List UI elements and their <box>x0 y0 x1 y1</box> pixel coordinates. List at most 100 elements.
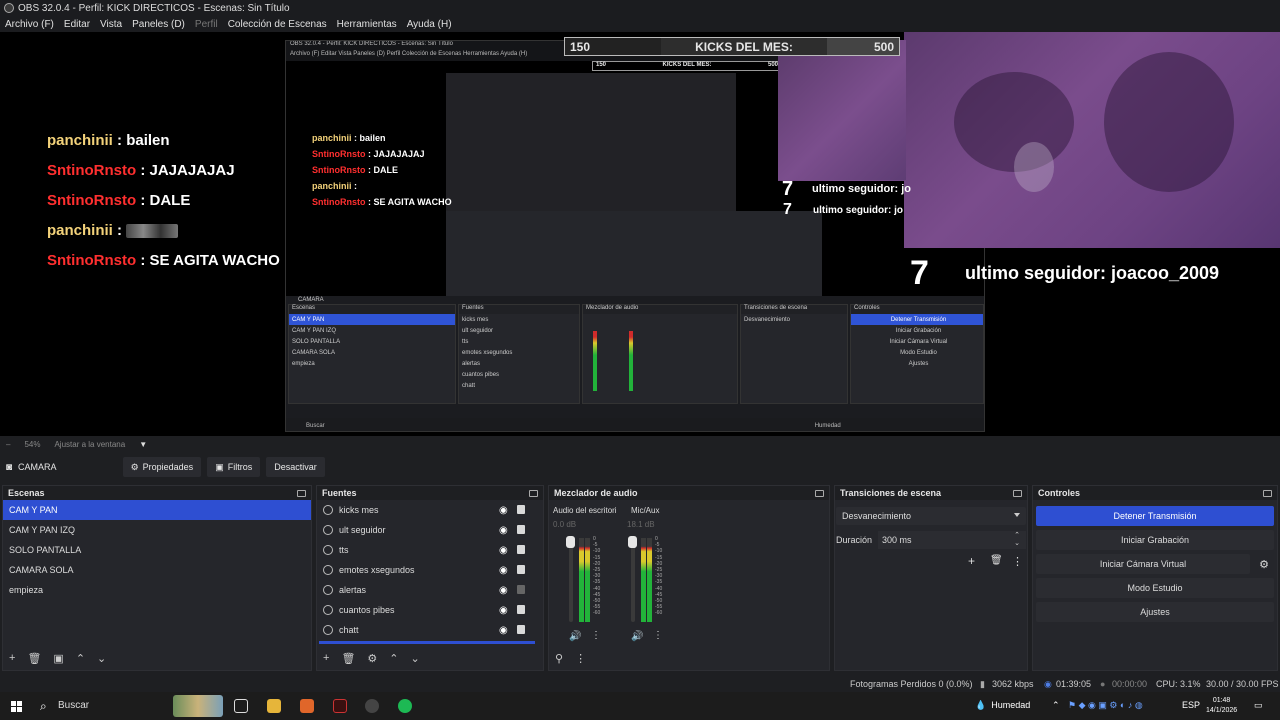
scene-item[interactable]: CAMARA SOLA <box>3 560 311 580</box>
filters-button[interactable]: ▣ Filtros <box>207 457 261 477</box>
trash-icon[interactable]: 🗑 <box>27 652 41 665</box>
volume-slider-track[interactable] <box>569 538 573 622</box>
move-up-icon[interactable]: ⌃ <box>389 652 398 665</box>
menu-coleccion[interactable]: Colección de Escenas <box>228 19 327 30</box>
scene-item[interactable]: CAM Y PAN <box>3 500 311 520</box>
menu-vista[interactable]: Vista <box>100 19 122 30</box>
eye-icon[interactable]: ◉ <box>499 625 508 636</box>
source-item[interactable]: emotes xsegundos ◉ <box>317 560 543 580</box>
eye-icon[interactable]: ◉ <box>499 565 508 576</box>
volume-slider-track[interactable] <box>631 538 635 622</box>
stream-icon: ◉ <box>1044 679 1052 689</box>
windows-start-icon[interactable] <box>11 701 22 712</box>
language-indicator[interactable]: ESP <box>1182 700 1200 710</box>
menu-editar[interactable]: Editar <box>64 19 90 30</box>
menu-ayuda[interactable]: Ayuda (H) <box>407 19 452 30</box>
gear-icon[interactable]: ⚙ <box>367 652 377 665</box>
dock-menu-icon[interactable] <box>297 489 306 497</box>
gear-icon[interactable]: ⚙ <box>1254 556 1274 572</box>
kebab-icon[interactable]: ⋮ <box>591 630 601 641</box>
add-icon[interactable]: + <box>9 652 15 664</box>
zoom-dropdown-icon[interactable]: ▼ <box>139 440 147 449</box>
preview-canvas[interactable]: OBS 32.0.4 - Perfil: KICK DIRECTICOS - E… <box>0 32 1280 436</box>
scene-item[interactable]: SOLO PANTALLA <box>3 540 311 560</box>
settings-button[interactable]: Ajustes <box>1036 602 1274 622</box>
kebab-icon[interactable]: ⋮ <box>575 652 586 665</box>
search-icon[interactable]: ⌕ <box>40 699 47 714</box>
add-icon[interactable]: + <box>323 652 329 664</box>
nested-chat-user-4: panchinii <box>312 181 352 191</box>
start-recording-button[interactable]: Iniciar Grabación <box>1036 530 1274 550</box>
trash-icon[interactable]: 🗑 <box>341 652 355 665</box>
nested-control-3: Iniciar Cámara Virtual <box>889 338 948 345</box>
move-up-icon[interactable]: ⌃ <box>76 652 85 665</box>
taskbar-search[interactable]: Buscar <box>58 700 89 711</box>
source-item[interactable]: alertas ◉ <box>317 580 543 600</box>
lock-icon[interactable] <box>517 505 525 514</box>
spotify-icon[interactable] <box>398 699 412 713</box>
trash-icon[interactable]: 🗑 <box>990 555 1003 566</box>
move-down-icon[interactable]: ⌄ <box>411 652 420 665</box>
app-icon[interactable] <box>333 699 347 713</box>
lock-icon[interactable] <box>517 605 525 614</box>
lock-icon[interactable] <box>517 545 525 554</box>
studio-mode-button[interactable]: Modo Estudio <box>1036 578 1274 598</box>
eye-icon[interactable]: ◉ <box>499 505 508 516</box>
add-icon[interactable]: + <box>968 554 975 568</box>
source-item[interactable]: cuantos pibes ◉ <box>317 600 543 620</box>
speaker-icon[interactable]: 🔊 <box>569 631 581 642</box>
eye-icon[interactable]: ◉ <box>499 525 508 536</box>
obs-taskbar-icon[interactable] <box>365 699 379 713</box>
brave-browser-icon[interactable] <box>300 699 314 713</box>
chevron-up-icon[interactable]: ⌃ <box>1052 700 1060 711</box>
eye-icon[interactable]: ◉ <box>499 605 508 616</box>
menu-herramientas[interactable]: Herramientas <box>337 19 397 30</box>
lock-icon[interactable] <box>517 625 525 634</box>
filter-icon[interactable]: ▣ <box>53 652 63 665</box>
deactivate-button[interactable]: Desactivar <box>266 457 325 477</box>
speaker-icon[interactable]: 🔊 <box>631 631 643 642</box>
lock-icon[interactable] <box>517 525 525 534</box>
scene-item[interactable]: empieza <box>3 580 311 600</box>
zoom-percent[interactable]: 54% <box>24 440 40 449</box>
link-icon[interactable]: ⚲ <box>555 652 563 665</box>
dock-menu-icon[interactable] <box>529 489 538 497</box>
dock-menu-icon[interactable] <box>815 489 824 497</box>
move-down-icon[interactable]: ⌄ <box>97 652 106 665</box>
weather-widget[interactable]: 💧 Humedad <box>975 700 1030 711</box>
record-icon: ● <box>1100 679 1106 689</box>
file-explorer-icon[interactable] <box>267 699 281 713</box>
start-virtual-camera-button[interactable]: Iniciar Cámara Virtual <box>1036 554 1250 574</box>
scene-item[interactable]: CAM Y PAN IZQ <box>3 520 311 540</box>
stop-streaming-button[interactable]: Detener Transmisión <box>1036 506 1274 526</box>
source-item[interactable]: kicks mes ◉ <box>317 500 543 520</box>
task-view-icon[interactable] <box>234 699 248 713</box>
dock-menu-icon[interactable] <box>1263 489 1272 497</box>
volume-slider-handle[interactable] <box>628 536 637 548</box>
duration-input[interactable]: 300 ms ⌃ ⌄ <box>878 531 1026 549</box>
menu-perfil[interactable]: Perfil <box>195 19 218 30</box>
volume-slider-handle[interactable] <box>566 536 575 548</box>
volume-meter <box>641 538 646 622</box>
dock-menu-icon[interactable] <box>1013 489 1022 497</box>
zoom-fit[interactable]: Ajustar a la ventana <box>54 440 125 449</box>
menu-archivo[interactable]: Archivo (F) <box>5 19 54 30</box>
lock-open-icon[interactable] <box>517 585 525 594</box>
transition-select[interactable]: Desvanecimiento <box>836 507 1026 525</box>
eye-icon[interactable]: ◉ <box>499 585 508 596</box>
source-item[interactable]: chatt ◉ <box>317 620 543 640</box>
kebab-icon[interactable]: ⋮ <box>653 630 663 641</box>
menu-paneles[interactable]: Paneles (D) <box>132 19 185 30</box>
clock[interactable]: 01:48 14/1/2026 <box>1206 696 1237 716</box>
kebab-icon[interactable]: ⋮ <box>1012 555 1023 568</box>
dropped-frames: Fotogramas Perdidos 0 (0.0%) <box>850 679 973 689</box>
source-item[interactable]: tts ◉ <box>317 540 543 560</box>
source-item[interactable]: ult seguidor ◉ <box>317 520 543 540</box>
lock-icon[interactable] <box>517 565 525 574</box>
properties-button[interactable]: ⚙ Propiedades <box>122 457 202 477</box>
eye-icon[interactable]: ◉ <box>499 545 508 556</box>
notification-icon[interactable]: ▭ <box>1254 700 1263 711</box>
zoom-out-button[interactable]: – <box>6 440 10 449</box>
spinner-icon[interactable]: ⌃ ⌄ <box>1014 532 1020 548</box>
tray-icons[interactable]: ⚑ ◆ ◉ ▣ ⚙ ◐ ♪ ◍ <box>1068 700 1143 711</box>
